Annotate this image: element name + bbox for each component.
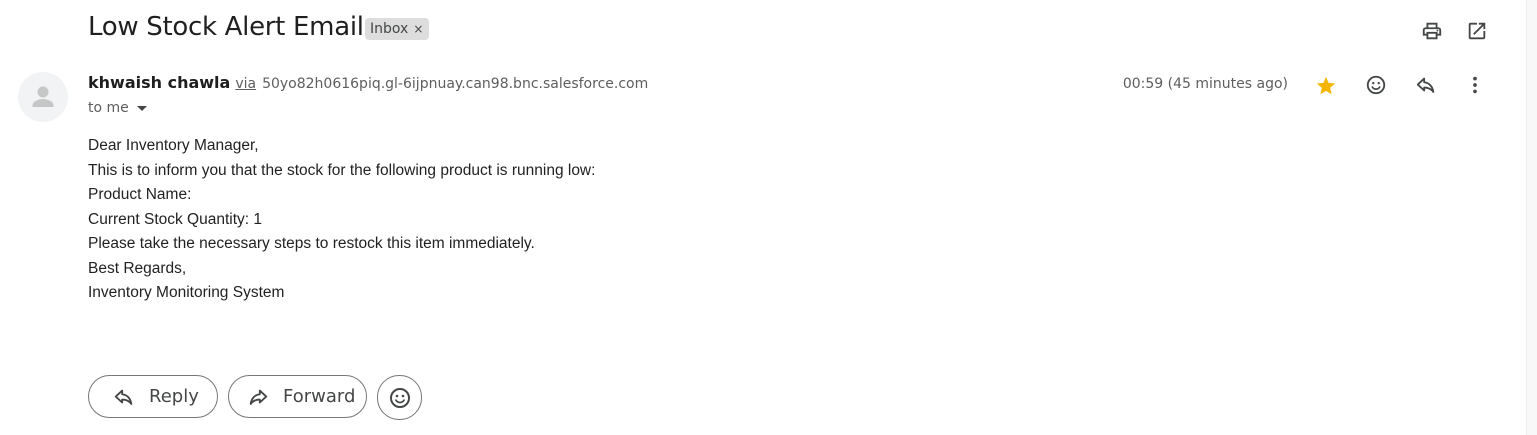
- body-line-signature: Inventory Monitoring System: [88, 284, 285, 301]
- printer-icon: [1422, 22, 1442, 40]
- reply-icon-button[interactable]: [1412, 71, 1440, 99]
- sender-line: khwaish chawla via 50yo82h0616piq.gl-6ij…: [88, 73, 648, 92]
- body-line-product-name: Product Name:: [88, 186, 192, 203]
- recipient-label: to me: [88, 100, 129, 116]
- reply-arrow-icon: [113, 386, 135, 408]
- reply-button-label: Reply: [149, 386, 199, 407]
- body-line-intro: This is to inform you that the stock for…: [88, 161, 596, 179]
- reply-arrow-icon: [1416, 77, 1435, 93]
- default-person-icon: [32, 86, 54, 107]
- forward-button-label: Forward: [283, 386, 356, 407]
- reply-button[interactable]: Reply: [88, 375, 218, 418]
- label-text: Inbox: [370, 21, 409, 37]
- message-timestamp: 00:59 (45 minutes ago): [1122, 76, 1288, 92]
- inbox-label-chip[interactable]: Inbox ×: [365, 18, 430, 40]
- recipient-details-toggle[interactable]: to me: [88, 100, 147, 116]
- chevron-down-icon: [136, 105, 147, 111]
- email-subject: Low Stock Alert Email: [88, 12, 364, 42]
- forward-arrow-icon: [247, 386, 269, 408]
- more-options-button[interactable]: [1461, 71, 1489, 99]
- smiley-face-icon: [1366, 75, 1386, 95]
- open-in-new-window-button[interactable]: [1465, 19, 1489, 43]
- star-button[interactable]: [1312, 72, 1340, 100]
- add-reaction-button[interactable]: [1362, 71, 1390, 99]
- vertical-scrollbar[interactable]: [1526, 0, 1537, 435]
- print-all-button[interactable]: [1420, 19, 1444, 43]
- body-line-signoff: Best Regards,: [88, 259, 187, 277]
- emoji-reaction-button[interactable]: [377, 375, 422, 420]
- add-emoji-reaction-icon: [389, 387, 410, 408]
- sender-avatar[interactable]: [18, 72, 68, 122]
- forward-button[interactable]: Forward: [228, 375, 367, 418]
- open-in-new-window-icon: [1468, 22, 1486, 40]
- sender-name[interactable]: khwaish chawla: [88, 73, 230, 92]
- body-line-stock-quantity: Current Stock Quantity: 1: [88, 210, 263, 228]
- message-body: Dear Inventory Manager, This is to infor…: [88, 134, 595, 306]
- more-vertical-icon: [1473, 76, 1477, 94]
- via-domain: 50yo82h0616piq.gl-6ijpnuay.can98.bnc.sal…: [262, 76, 649, 92]
- remove-label-icon[interactable]: ×: [413, 22, 423, 36]
- body-line-greeting: Dear Inventory Manager,: [88, 137, 259, 154]
- via-link[interactable]: via: [235, 76, 256, 92]
- star-filled-icon: [1316, 76, 1336, 95]
- body-line-request: Please take the necessary steps to resto…: [88, 235, 535, 252]
